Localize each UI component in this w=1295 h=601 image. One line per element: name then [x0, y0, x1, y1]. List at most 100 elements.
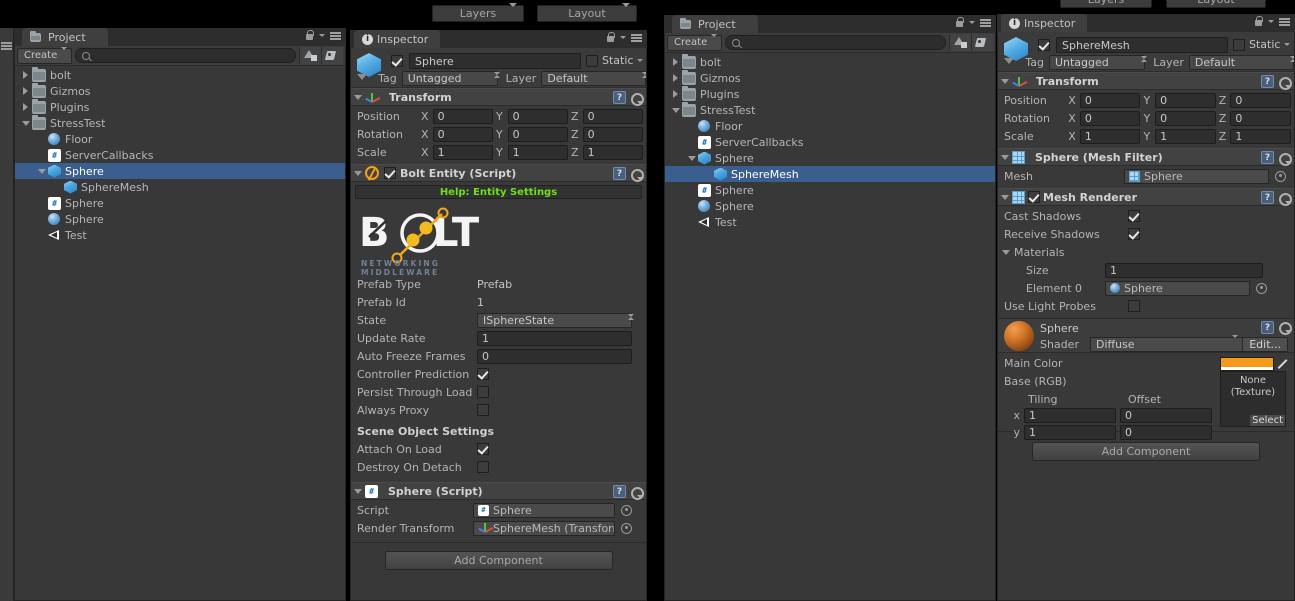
- component-enabled-checkbox[interactable]: [1028, 191, 1040, 203]
- tree-item[interactable]: Gizmos: [15, 82, 345, 99]
- tab-inspector[interactable]: i Inspector: [1001, 14, 1088, 32]
- shader-edit-button[interactable]: Edit...: [1242, 337, 1288, 352]
- add-component-button[interactable]: Add Component: [384, 551, 613, 570]
- object-name-field[interactable]: Sphere: [409, 53, 581, 69]
- hamburger-menu-icon[interactable]: [631, 33, 642, 42]
- static-checkbox[interactable]: [586, 54, 598, 67]
- chevron-down-icon[interactable]: [1284, 43, 1291, 46]
- transform-position-y-input[interactable]: 0: [507, 108, 568, 124]
- gear-icon[interactable]: [1278, 152, 1292, 166]
- help-icon[interactable]: ?: [1261, 151, 1274, 164]
- transform-position-z-input[interactable]: 0: [582, 108, 643, 124]
- transform-rotation-x-input[interactable]: 0: [1079, 110, 1141, 126]
- transform-position-x-input[interactable]: 0: [1079, 92, 1141, 108]
- filter-by-type-button[interactable]: [949, 34, 971, 51]
- tree-item[interactable]: Test: [665, 214, 995, 230]
- chevron-down-icon[interactable]: [969, 21, 975, 24]
- create-button[interactable]: Create: [667, 34, 723, 51]
- chevron-down-icon[interactable]: [669, 107, 682, 113]
- hamburger-menu-icon[interactable]: [330, 31, 341, 40]
- chevron-right-icon[interactable]: [19, 71, 32, 79]
- component-enabled-checkbox[interactable]: [384, 167, 396, 179]
- help-icon[interactable]: ?: [613, 485, 626, 498]
- chevron-right-icon[interactable]: [669, 90, 682, 98]
- gear-icon[interactable]: [1278, 76, 1292, 90]
- gear-icon[interactable]: [1278, 192, 1292, 206]
- foldout-icon[interactable]: [351, 170, 365, 176]
- component-header-transform[interactable]: Transform ?: [351, 88, 646, 106]
- help-icon[interactable]: ?: [1261, 191, 1274, 204]
- tree-item[interactable]: Sphere: [15, 163, 345, 179]
- layout-dropdown[interactable]: Layout: [537, 3, 637, 22]
- object-picker-icon[interactable]: [1275, 170, 1286, 182]
- tree-item[interactable]: # Sphere: [665, 182, 995, 198]
- chevron-down-icon[interactable]: [637, 59, 644, 62]
- transform-rotation-x-input[interactable]: 0: [432, 126, 493, 142]
- use-light-probes-checkbox[interactable]: [1128, 300, 1140, 312]
- auto-freeze-frames-input[interactable]: 0: [477, 348, 632, 364]
- foldout-icon[interactable]: [1002, 249, 1010, 255]
- project-tree[interactable]: bolt Gizmos Plugins StressTest Floor # ServerC…: [15, 67, 345, 600]
- chevron-down-icon[interactable]: [319, 34, 325, 37]
- tree-item[interactable]: bolt: [665, 54, 995, 70]
- filter-by-type-button[interactable]: [299, 47, 321, 64]
- transform-scale-x-input[interactable]: 1: [432, 144, 493, 160]
- main-color-swatch[interactable]: [1220, 357, 1274, 371]
- update-rate-input[interactable]: 1: [477, 330, 632, 346]
- object-picker-icon[interactable]: [1256, 282, 1267, 294]
- tab-project[interactable]: Project: [22, 28, 108, 46]
- cast-shadows-checkbox[interactable]: [1128, 210, 1140, 222]
- transform-scale-z-input[interactable]: 1: [582, 144, 643, 160]
- chevron-right-icon[interactable]: [19, 103, 32, 111]
- element-0-object-field[interactable]: Sphere: [1105, 280, 1250, 296]
- help-icon[interactable]: ?: [1261, 321, 1274, 334]
- render-transform-object-field[interactable]: SphereMesh (Transform: [473, 520, 615, 536]
- hamburger-menu-icon[interactable]: [1279, 17, 1290, 26]
- object-picker-icon[interactable]: [621, 504, 632, 516]
- static-toggle[interactable]: Static: [586, 54, 644, 67]
- layers-dropdown[interactable]: Layers: [1060, 0, 1152, 8]
- shader-dropdown[interactable]: Diffuse: [1090, 335, 1244, 352]
- tree-item[interactable]: SphereMesh: [665, 166, 995, 182]
- tree-item[interactable]: Gizmos: [665, 69, 995, 86]
- attach-on-load-checkbox[interactable]: [477, 443, 489, 455]
- tree-item[interactable]: SphereMesh: [15, 179, 345, 195]
- chevron-down-icon[interactable]: [620, 36, 626, 39]
- add-component-button[interactable]: Add Component: [1032, 442, 1260, 461]
- static-checkbox[interactable]: [1233, 38, 1245, 51]
- transform-rotation-z-input[interactable]: 0: [1230, 110, 1291, 126]
- tree-item[interactable]: Plugins: [15, 98, 345, 115]
- search-input[interactable]: [75, 48, 296, 63]
- chevron-down-icon[interactable]: [1268, 20, 1274, 23]
- tree-item[interactable]: Floor: [15, 131, 345, 147]
- transform-rotation-y-input[interactable]: 0: [507, 126, 568, 142]
- persist-through-load-checkbox[interactable]: [477, 386, 489, 398]
- component-header-sphere-script[interactable]: # Sphere (Script) ?: [351, 482, 646, 500]
- lock-icon[interactable]: [1254, 16, 1263, 27]
- lock-icon[interactable]: [606, 32, 615, 43]
- chevron-down-icon[interactable]: [685, 155, 698, 161]
- sliver-menu-icon[interactable]: [1, 42, 12, 50]
- help-icon[interactable]: ?: [613, 91, 626, 104]
- chevron-down-icon[interactable]: [35, 168, 48, 174]
- lock-icon[interactable]: [955, 17, 964, 28]
- transform-scale-y-input[interactable]: 1: [507, 144, 568, 160]
- layer-dropdown[interactable]: Default: [541, 71, 646, 86]
- chevron-right-icon[interactable]: [19, 87, 32, 95]
- tree-item[interactable]: Sphere: [15, 211, 345, 227]
- destroy-on-detach-checkbox[interactable]: [477, 461, 489, 473]
- help-icon[interactable]: ?: [613, 167, 626, 180]
- hamburger-menu-icon[interactable]: [980, 18, 991, 27]
- tab-project[interactable]: Project: [672, 15, 758, 33]
- component-header-transform[interactable]: Transform ?: [998, 72, 1294, 90]
- component-header-mesh-renderer[interactable]: Mesh Renderer ?: [998, 188, 1294, 206]
- foldout-icon[interactable]: [351, 488, 365, 494]
- tiling-y-input[interactable]: 1: [1024, 425, 1116, 440]
- create-button[interactable]: Create: [17, 47, 73, 64]
- filter-by-label-button[interactable]: [321, 47, 343, 64]
- script-object-field[interactable]: # Sphere: [473, 502, 615, 518]
- controller-prediction-checkbox[interactable]: [477, 368, 489, 380]
- transform-position-z-input[interactable]: 0: [1230, 92, 1291, 108]
- gear-icon[interactable]: [630, 168, 644, 182]
- tag-dropdown[interactable]: Untagged: [401, 71, 498, 86]
